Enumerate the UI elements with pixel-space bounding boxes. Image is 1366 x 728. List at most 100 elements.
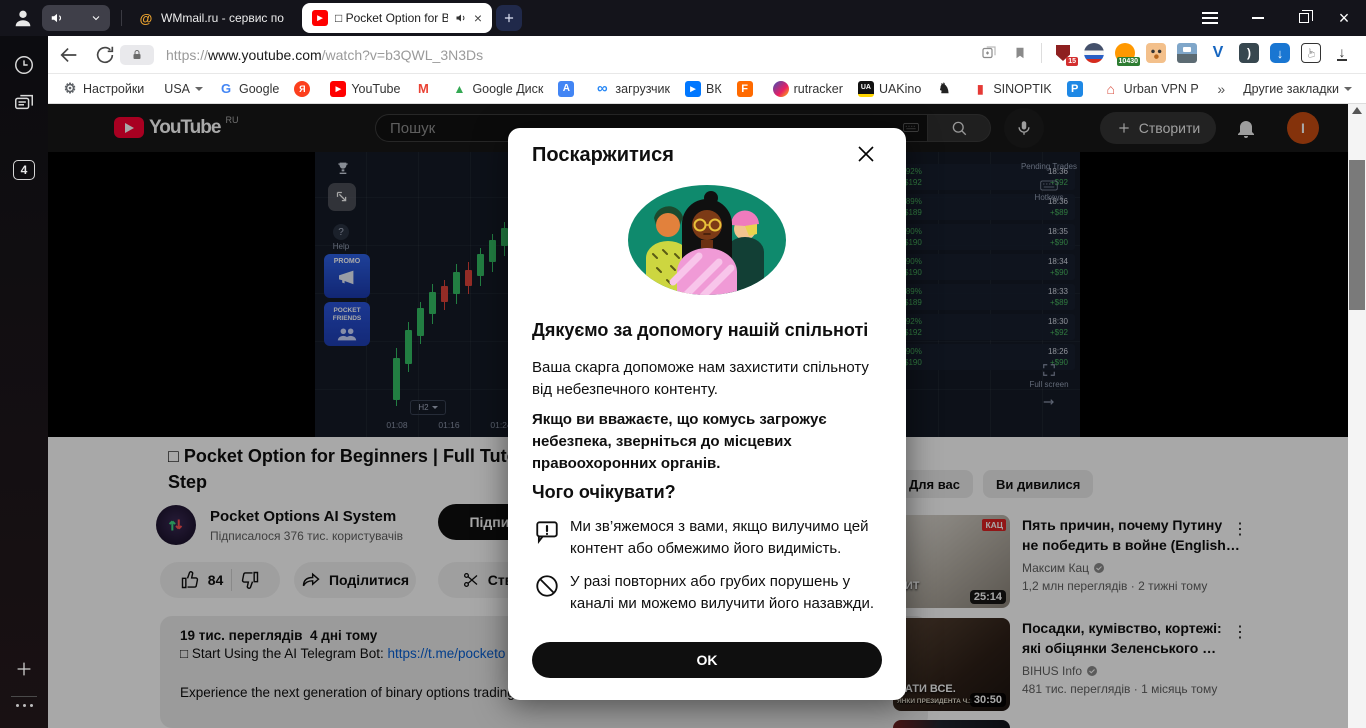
tab-speaker-icon[interactable] — [455, 12, 467, 24]
minimize-button[interactable] — [1240, 0, 1276, 36]
toolbar-right-icons: 15 10430 — [979, 43, 1352, 66]
url-path: /watch?v=b3QWL_3N3Ds — [321, 47, 484, 63]
bookmark-item[interactable]: YouTube — [330, 80, 400, 97]
bookmark-item[interactable] — [415, 81, 436, 97]
bookmark-favicon — [684, 80, 701, 97]
bookmark-item[interactable]: rutracker — [772, 80, 843, 97]
extension-icon[interactable]: 15 — [1053, 43, 1078, 66]
bookmark-item[interactable]: Urban VPN P — [1103, 81, 1199, 97]
bookmark-item[interactable]: SINOPTIK — [972, 81, 1051, 97]
scroll-up-arrow[interactable] — [1352, 107, 1362, 114]
bookmarks-bar: Настройки USA Google — [48, 74, 1366, 104]
ok-button[interactable]: OK — [532, 642, 882, 678]
profile-icon[interactable] — [12, 7, 34, 29]
extension-icon[interactable]: 10430 — [1115, 43, 1140, 66]
back-button[interactable] — [58, 44, 80, 66]
extension-icon[interactable] — [1084, 43, 1104, 63]
bookmark-item[interactable]: ВК — [684, 80, 722, 97]
dialog-close-icon[interactable] — [854, 142, 878, 166]
tab-favicon — [312, 10, 328, 26]
tab-counter-badge[interactable]: 4 — [13, 160, 35, 180]
report-dialog: Поскаржитися Дякуємо за допомогу нашій с… — [508, 128, 906, 700]
sidebar-more-icon[interactable] — [12, 704, 36, 707]
url-bar[interactable]: https://www.youtube.com/watch?v=b3QWL_3N… — [166, 47, 483, 63]
bookmark-item[interactable]: Google Диск — [451, 81, 543, 97]
page-scrollbar[interactable] — [1348, 104, 1366, 728]
reload-button[interactable] — [94, 44, 116, 66]
bookmark-item[interactable]: Настройки — [62, 81, 144, 97]
tab-close-icon[interactable]: × — [474, 11, 482, 25]
dialog-paragraph-2: Якщо ви вважаєте, що комусь загрожує неб… — [532, 411, 827, 472]
bookmark-favicon — [936, 81, 952, 97]
extension-icon[interactable] — [1239, 43, 1259, 63]
bookmark-favicon — [736, 80, 753, 97]
browser-tab[interactable]: □ Pocket Option for B × — [302, 3, 492, 33]
screen: WMmail.ru - сервис почто × □ Pocket Opti… — [0, 0, 1366, 728]
bookmark-favicon — [451, 81, 467, 97]
bookmark-favicon — [772, 80, 789, 97]
lock-icon[interactable] — [120, 45, 154, 65]
bookmark-item[interactable]: загрузчик — [594, 81, 670, 97]
bookmark-icon[interactable] — [1010, 43, 1030, 63]
bookmark-item[interactable]: UAKino — [857, 80, 922, 97]
chevron-down-icon — [195, 86, 203, 91]
extension-icon[interactable] — [1208, 43, 1228, 63]
restore-button[interactable] — [1286, 0, 1322, 36]
bookmark-item[interactable]: Google — [218, 81, 279, 97]
bookmarks-overflow-icon[interactable]: » — [1217, 81, 1225, 97]
bookmark-label: ВК — [705, 81, 722, 96]
feedback-bubble-icon — [534, 518, 560, 544]
dialog-bullet-1: Ми зв’яжемося з вами, якщо вилучимо цей … — [570, 518, 869, 557]
bookmark-item[interactable] — [294, 80, 315, 97]
extension-badge: 10430 — [1116, 57, 1140, 66]
collections-icon[interactable] — [13, 91, 35, 113]
extension-icon[interactable] — [1146, 43, 1166, 63]
add-to-collection-icon[interactable] — [979, 43, 999, 63]
scrollbar-thumb[interactable] — [1349, 160, 1365, 310]
browser-menu-button[interactable] — [1192, 0, 1228, 36]
toolbar-divider — [1041, 43, 1042, 63]
browser-side-rail: 4 — [0, 36, 48, 728]
other-bookmarks-label: Другие закладки — [1243, 81, 1339, 96]
tab-strip: WMmail.ru - сервис почто × □ Pocket Opti… — [128, 3, 492, 33]
dialog-subheading: Чого очікувати? — [532, 482, 676, 502]
other-bookmarks-button[interactable]: Другие закладки — [1243, 82, 1352, 96]
block-icon — [534, 573, 560, 599]
tab-title: □ Pocket Option for B — [335, 11, 448, 25]
browser-titlebar: WMmail.ru - сервис почто × □ Pocket Opti… — [0, 0, 1366, 36]
window-close-button[interactable]: × — [1326, 0, 1362, 36]
dialog-title: Поскаржитися — [532, 144, 674, 166]
bookmark-favicon — [972, 81, 988, 97]
bookmark-label: USA — [164, 81, 190, 96]
bookmark-favicon — [857, 80, 874, 97]
url-host: www.youtube.com — [208, 47, 322, 63]
bookmark-favicon — [218, 81, 234, 97]
bookmark-item[interactable] — [936, 81, 957, 97]
history-clock-icon[interactable] — [13, 54, 35, 76]
extension-icon[interactable] — [1301, 43, 1321, 63]
dialog-paragraph-1: Ваша скарга допоможе нам захистити спіль… — [532, 359, 869, 398]
bookmark-label: Google Диск — [472, 81, 544, 96]
downloads-icon[interactable] — [1332, 43, 1352, 63]
new-tab-button[interactable] — [496, 5, 522, 31]
bookmark-label: Urban VPN P — [1123, 81, 1199, 96]
bookmark-favicon — [1066, 80, 1083, 97]
extension-icon[interactable] — [1270, 43, 1290, 63]
tab-favicon — [138, 10, 154, 26]
browser-toolbar: https://www.youtube.com/watch?v=b3QWL_3N… — [48, 36, 1366, 74]
tab-audio-toggle[interactable] — [42, 5, 110, 31]
bookmark-item[interactable] — [736, 80, 758, 97]
extension-badge: 15 — [1066, 57, 1078, 66]
community-illustration — [627, 184, 787, 296]
bookmark-item[interactable]: USA — [159, 81, 203, 97]
chevron-down-icon — [1344, 86, 1352, 91]
bookmark-label: UAKino — [878, 81, 922, 96]
bookmark-favicon — [294, 80, 311, 97]
extension-icon[interactable] — [1177, 43, 1197, 63]
sidebar-divider — [11, 696, 37, 697]
browser-tab[interactable]: WMmail.ru - сервис почто × — [128, 3, 294, 33]
sidebar-add-icon[interactable] — [13, 658, 35, 680]
bookmark-item[interactable] — [1066, 80, 1088, 97]
bookmark-label: SINOPTIK — [993, 81, 1052, 96]
bookmark-item[interactable] — [558, 80, 579, 97]
